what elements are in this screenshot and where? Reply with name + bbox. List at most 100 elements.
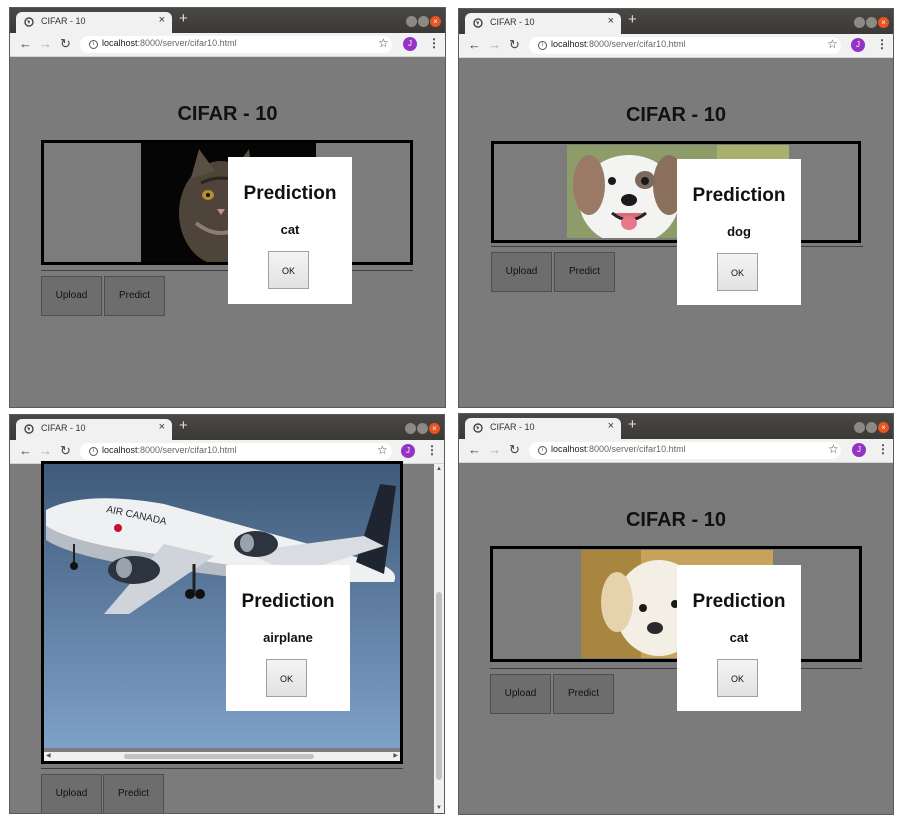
star-icon[interactable]: ☆ bbox=[827, 37, 838, 51]
divider bbox=[41, 768, 403, 769]
address-bar[interactable]: i localhost:8000/server/cifar10.html bbox=[529, 442, 841, 459]
star-icon[interactable]: ☆ bbox=[377, 443, 388, 457]
upload-button[interactable]: Upload bbox=[41, 774, 102, 813]
url-path: :8000/server/cifar10.html bbox=[586, 444, 686, 454]
kebab-menu-icon[interactable]: ⋮ bbox=[428, 36, 440, 50]
forward-arrow-icon[interactable]: → bbox=[488, 37, 501, 53]
close-icon[interactable]: × bbox=[608, 420, 614, 432]
scroll-down-icon[interactable]: ▼ bbox=[436, 805, 442, 811]
page-content: CIFAR - 10 Upload Predict Prediction cat… bbox=[459, 463, 893, 814]
window-close-icon[interactable]: × bbox=[429, 423, 440, 434]
window-minimize-icon[interactable] bbox=[405, 423, 416, 434]
scroll-right-icon[interactable]: ▶ bbox=[393, 752, 398, 761]
ok-button[interactable]: OK bbox=[268, 251, 309, 289]
horizontal-scroll-thumb[interactable] bbox=[124, 754, 314, 759]
plus-icon[interactable]: + bbox=[628, 417, 637, 433]
back-arrow-icon[interactable]: ← bbox=[19, 443, 32, 459]
window-maximize-icon[interactable] bbox=[418, 16, 429, 27]
address-bar[interactable]: i localhost:8000/server/cifar10.html bbox=[529, 37, 841, 54]
reload-icon[interactable]: ↻ bbox=[509, 37, 520, 53]
star-icon[interactable]: ☆ bbox=[378, 36, 389, 50]
predict-button[interactable]: Predict bbox=[104, 276, 165, 316]
forward-arrow-icon[interactable]: → bbox=[488, 442, 501, 458]
forward-arrow-icon[interactable]: → bbox=[39, 443, 52, 459]
ok-button[interactable]: OK bbox=[266, 659, 307, 697]
prediction-modal: Prediction dog OK bbox=[677, 159, 801, 305]
vertical-scrollbar[interactable]: ▲ ▼ bbox=[434, 464, 444, 813]
kebab-menu-icon[interactable]: ⋮ bbox=[426, 443, 438, 457]
url-host: localhost bbox=[551, 39, 587, 49]
ok-button[interactable]: OK bbox=[717, 659, 758, 697]
title-bar: CIFAR - 10 × + × bbox=[459, 414, 893, 439]
plus-icon[interactable]: + bbox=[628, 12, 637, 28]
browser-window-dog: CIFAR - 10 × + × ← → ↻ i localhost:8000/… bbox=[458, 8, 894, 408]
address-bar[interactable]: i localhost:8000/server/cifar10.html bbox=[80, 36, 392, 53]
predict-button[interactable]: Predict bbox=[553, 674, 614, 714]
title-bar: CIFAR - 10 × + × bbox=[459, 9, 893, 34]
window-minimize-icon[interactable] bbox=[854, 422, 865, 433]
avatar[interactable]: J bbox=[401, 444, 415, 458]
modal-heading: Prediction bbox=[692, 591, 786, 612]
window-maximize-icon[interactable] bbox=[866, 17, 877, 28]
horizontal-scrollbar[interactable]: ◀ ▶ bbox=[44, 752, 400, 761]
image-frame bbox=[491, 141, 861, 243]
avatar[interactable]: J bbox=[852, 443, 866, 457]
upload-button[interactable]: Upload bbox=[491, 252, 552, 292]
close-icon[interactable]: × bbox=[159, 14, 165, 26]
title-bar: CIFAR - 10 × + × bbox=[10, 8, 445, 33]
window-maximize-icon[interactable] bbox=[866, 422, 877, 433]
close-icon[interactable]: × bbox=[159, 421, 165, 433]
plus-icon[interactable]: + bbox=[179, 11, 188, 27]
browser-tab[interactable]: CIFAR - 10 × bbox=[465, 418, 621, 439]
ok-button[interactable]: OK bbox=[717, 253, 758, 291]
browser-toolbar: ← → ↻ i localhost:8000/server/cifar10.ht… bbox=[459, 439, 893, 463]
back-arrow-icon[interactable]: ← bbox=[468, 442, 481, 458]
window-minimize-icon[interactable] bbox=[406, 16, 417, 27]
modal-heading: Prediction bbox=[243, 183, 337, 204]
kebab-menu-icon[interactable]: ⋮ bbox=[876, 37, 888, 51]
window-close-icon[interactable]: × bbox=[878, 422, 889, 433]
url-text: localhost:8000/server/cifar10.html bbox=[551, 39, 686, 49]
page-content: AIR CANADA ◀ ▶ Upload Predict Prediction… bbox=[10, 461, 444, 813]
modal-heading: Prediction bbox=[692, 185, 786, 206]
browser-toolbar: ← → ↻ i localhost:8000/server/cifar10.ht… bbox=[459, 34, 893, 58]
info-icon[interactable]: i bbox=[538, 41, 547, 50]
reload-icon[interactable]: ↻ bbox=[60, 36, 71, 52]
scroll-left-icon[interactable]: ◀ bbox=[46, 752, 51, 761]
upload-button[interactable]: Upload bbox=[41, 276, 102, 316]
modal-heading: Prediction bbox=[241, 591, 335, 612]
address-bar[interactable]: i localhost:8000/server/cifar10.html bbox=[80, 443, 392, 460]
predict-button[interactable]: Predict bbox=[554, 252, 615, 292]
star-icon[interactable]: ☆ bbox=[828, 442, 839, 456]
forward-arrow-icon[interactable]: → bbox=[39, 36, 52, 52]
back-arrow-icon[interactable]: ← bbox=[19, 36, 32, 52]
avatar[interactable]: J bbox=[403, 37, 417, 51]
globe-icon bbox=[473, 423, 483, 433]
avatar[interactable]: J bbox=[851, 38, 865, 52]
browser-tab[interactable]: CIFAR - 10 × bbox=[465, 13, 621, 34]
upload-button[interactable]: Upload bbox=[490, 674, 551, 714]
window-close-icon[interactable]: × bbox=[430, 16, 441, 27]
kebab-menu-icon[interactable]: ⋮ bbox=[877, 442, 889, 456]
reload-icon[interactable]: ↻ bbox=[60, 443, 71, 459]
plus-icon[interactable]: + bbox=[179, 418, 188, 434]
url-host: localhost bbox=[102, 38, 138, 48]
prediction-value: cat bbox=[280, 222, 300, 237]
info-icon[interactable]: i bbox=[89, 40, 98, 49]
vertical-scroll-thumb[interactable] bbox=[436, 592, 442, 780]
window-close-icon[interactable]: × bbox=[878, 17, 889, 28]
divider bbox=[490, 668, 862, 669]
info-icon[interactable]: i bbox=[538, 446, 547, 455]
page-title: CIFAR - 10 bbox=[625, 509, 727, 531]
window-minimize-icon[interactable] bbox=[854, 17, 865, 28]
url-host: localhost bbox=[102, 445, 138, 455]
scroll-up-icon[interactable]: ▲ bbox=[436, 466, 442, 472]
window-maximize-icon[interactable] bbox=[417, 423, 428, 434]
browser-tab[interactable]: CIFAR - 10 × bbox=[16, 12, 172, 33]
browser-tab[interactable]: CIFAR - 10 × bbox=[16, 419, 172, 440]
predict-button[interactable]: Predict bbox=[103, 774, 164, 813]
close-icon[interactable]: × bbox=[608, 15, 614, 27]
info-icon[interactable]: i bbox=[89, 447, 98, 456]
back-arrow-icon[interactable]: ← bbox=[468, 37, 481, 53]
reload-icon[interactable]: ↻ bbox=[509, 442, 520, 458]
